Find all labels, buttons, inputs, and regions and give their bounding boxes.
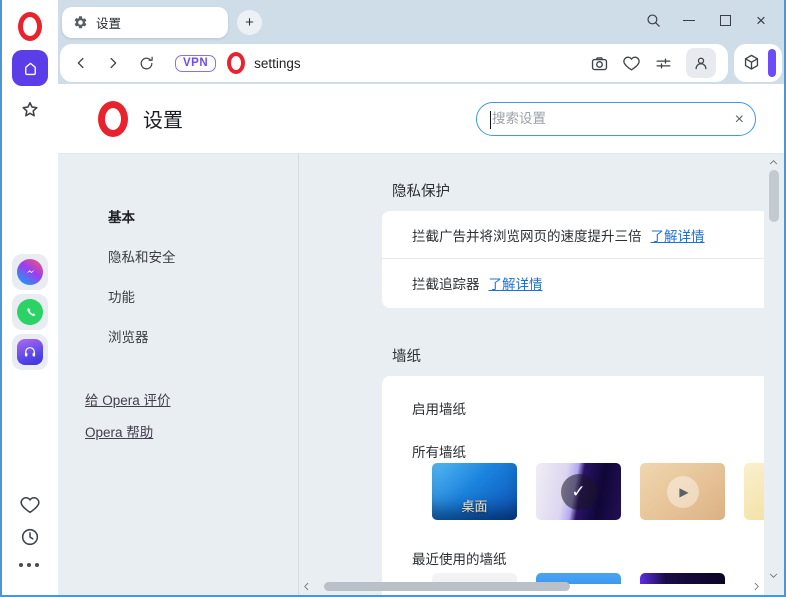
settings-search-box[interactable]: × (476, 102, 756, 136)
vpn-badge[interactable]: VPN (175, 55, 216, 72)
scroll-left-icon[interactable] (301, 581, 312, 592)
wallpaper-card: 启用墙纸 所有墙纸 桌面 ✓ ▶ 最近使用的墙纸 (382, 376, 764, 595)
tracker-block-row[interactable]: 拦截追踪器 了解详情 (382, 259, 764, 307)
opera-favicon (227, 52, 245, 74)
maximize-icon (720, 15, 731, 26)
horizontal-scroll-track[interactable] (316, 580, 747, 593)
new-tab-button[interactable]: + (237, 10, 262, 35)
horizontal-scroll-thumb[interactable] (324, 582, 570, 591)
extensions-panel (734, 44, 782, 82)
settings-nav: 基本 隐私和安全 功能 浏览器 给 Opera 评价 Opera 帮助 (58, 154, 299, 595)
tracker-block-label: 拦截追踪器 (412, 273, 480, 293)
camera-icon (590, 54, 609, 73)
nav-item-browser[interactable]: 浏览器 (108, 326, 149, 346)
reload-button[interactable] (138, 55, 155, 72)
privacy-section-heading: 隐私保护 (392, 180, 450, 201)
settings-content: 隐私保护 拦截广告并将浏览网页的速度提升三倍 了解详情 拦截追踪器 了解详情 墙… (299, 154, 764, 595)
whatsapp-button[interactable] (12, 294, 48, 330)
all-wallpapers-label: 所有墙纸 (412, 441, 466, 461)
opera-help-link[interactable]: Opera 帮助 (85, 421, 153, 441)
opera-logo-icon (98, 101, 128, 137)
text-caret (490, 111, 491, 129)
ellipsis-icon (19, 563, 39, 567)
wallpaper-thumb-desktop[interactable]: 桌面 (432, 463, 517, 520)
minimize-icon (683, 20, 695, 21)
heart-icon (19, 494, 41, 516)
sidebar-rail (2, 0, 58, 595)
forward-button (104, 54, 122, 72)
page-title: 设置 (143, 104, 183, 133)
messenger-icon (17, 259, 43, 285)
cube-icon (742, 53, 761, 72)
scroll-right-icon[interactable] (751, 581, 762, 592)
person-icon (692, 54, 710, 72)
wallpaper-thumb-video[interactable]: ▶ (640, 463, 725, 520)
vertical-scrollbar[interactable] (764, 154, 784, 595)
back-button[interactable] (72, 54, 90, 72)
wallpaper-thumbnails: 桌面 ✓ ▶ (432, 463, 764, 520)
tracker-learn-more-link[interactable]: 了解详情 (489, 273, 543, 293)
wallpaper-thumb-selected[interactable]: ✓ (536, 463, 621, 520)
star-icon (19, 99, 41, 121)
settings-page: 设置 × 基本 隐私和安全 功能 浏览器 给 Opera 评价 Opera 帮助… (58, 84, 784, 595)
vertical-scroll-thumb[interactable] (769, 170, 779, 222)
play-icon: ▶ (667, 476, 699, 508)
profile-button[interactable] (686, 48, 716, 78)
privacy-card: 拦截广告并将浏览网页的速度提升三倍 了解详情 拦截追踪器 了解详情 (382, 211, 764, 308)
wallpaper-thumb-light[interactable] (744, 463, 764, 520)
tab-settings[interactable]: 设置 (62, 7, 228, 38)
tab-title: 设置 (96, 13, 121, 32)
address-bar[interactable]: VPN settings (60, 44, 728, 82)
wallpaper-thumb-label: 桌面 (432, 496, 517, 515)
gear-icon (73, 15, 88, 30)
messenger-button[interactable] (12, 254, 48, 290)
nav-item-features[interactable]: 功能 (108, 286, 135, 306)
start-page-button[interactable] (12, 50, 48, 86)
rate-opera-link[interactable]: 给 Opera 评价 (85, 389, 171, 409)
pinboards-button[interactable] (19, 99, 41, 121)
bookmark-page-button[interactable] (622, 54, 641, 73)
clock-icon (19, 526, 41, 548)
ad-block-learn-more-link[interactable]: 了解详情 (651, 225, 705, 245)
horizontal-scrollbar[interactable] (301, 580, 762, 593)
ad-block-label: 拦截广告并将浏览网页的速度提升三倍 (412, 225, 642, 245)
extensions-button[interactable] (742, 53, 761, 72)
settings-search-input[interactable] (477, 103, 755, 135)
url-text[interactable]: settings (254, 56, 301, 71)
wallpaper-section-heading: 墙纸 (392, 345, 421, 366)
enable-wallpaper-label: 启用墙纸 (412, 398, 466, 418)
maximize-button[interactable] (710, 7, 740, 33)
search-icon (645, 12, 662, 29)
selected-check-icon: ✓ (561, 474, 597, 510)
close-icon: × (756, 12, 766, 29)
browser-window: 设置 + × VPN s (0, 0, 786, 597)
recent-wallpapers-label: 最近使用的墙纸 (412, 548, 507, 568)
sidebar-overflow-button[interactable] (19, 563, 39, 567)
tab-search-button[interactable] (638, 7, 668, 33)
sidebar-setup-pill[interactable] (768, 49, 776, 77)
page-tools-button[interactable] (654, 54, 673, 73)
player-button[interactable] (12, 334, 48, 370)
plus-icon: + (245, 14, 254, 31)
nav-item-basic[interactable]: 基本 (108, 206, 135, 226)
settings-header: 设置 × (58, 84, 784, 154)
clear-search-button[interactable]: × (735, 110, 744, 129)
scroll-up-icon[interactable] (768, 157, 779, 168)
opera-menu-logo-icon[interactable] (18, 12, 42, 41)
whatsapp-icon (17, 299, 43, 325)
ad-block-row[interactable]: 拦截广告并将浏览网页的速度提升三倍 了解详情 (382, 211, 764, 259)
browser-chrome: 设置 + × VPN s (58, 0, 784, 84)
minimize-button[interactable] (674, 7, 704, 33)
home-icon (21, 59, 40, 78)
sliders-icon (654, 54, 673, 73)
heart-icon (622, 54, 641, 73)
close-window-button[interactable]: × (746, 7, 776, 33)
favorites-button[interactable] (19, 494, 41, 516)
history-button[interactable] (19, 526, 41, 548)
headphones-icon (17, 339, 43, 365)
nav-item-privacy-security[interactable]: 隐私和安全 (108, 246, 176, 266)
snapshot-button[interactable] (590, 54, 609, 73)
scroll-down-icon[interactable] (768, 570, 779, 581)
